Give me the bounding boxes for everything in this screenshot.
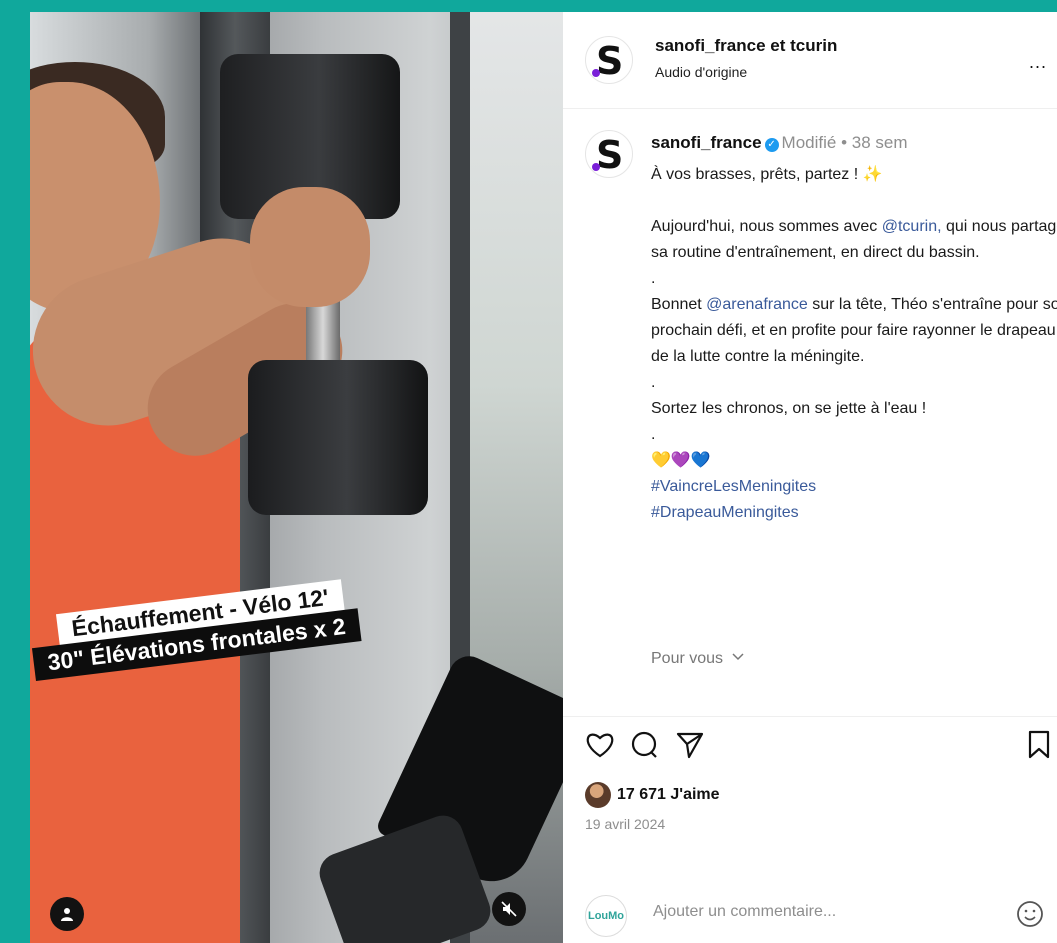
verified-icon: ✓ (764, 138, 779, 152)
author-avatar[interactable]: S (585, 130, 633, 178)
mute-button[interactable] (492, 892, 526, 926)
post-panel: S sanofi_france et tcurin Audio d'origin… (563, 12, 1057, 943)
post-date: 19 avril 2024 (585, 816, 666, 832)
comment-input[interactable]: Ajouter un commentaire... (653, 903, 836, 921)
reel-video[interactable]: Échauffement - Vélo 12' 30" Élévations f… (30, 12, 563, 943)
hashtag-drapeau[interactable]: #DrapeauMeningites (651, 504, 799, 521)
athlete-hand (250, 187, 370, 307)
tagged-users-button[interactable] (50, 897, 84, 931)
bookmark-icon[interactable] (1027, 730, 1051, 760)
send-icon[interactable] (675, 730, 705, 760)
heart-icon[interactable] (585, 730, 615, 758)
author-username[interactable]: sanofi_france (651, 133, 762, 152)
post-header: S sanofi_france et tcurin Audio d'origin… (563, 12, 1057, 109)
header-title[interactable]: sanofi_france et tcurin (655, 36, 837, 56)
edited-label: Modifié (781, 133, 837, 152)
hearts-row: 💛💜💙 (651, 452, 711, 469)
sanofi-avatar[interactable]: S (585, 36, 633, 84)
post-caption: À vos brasses, prêts, partez ! ✨ Aujourd… (651, 162, 1057, 526)
chevron-down-icon (731, 653, 744, 661)
mention-tcurin[interactable]: @tcurin, (882, 218, 942, 235)
likes-count[interactable]: 17 671 J'aime (585, 782, 720, 808)
for-you-dropdown[interactable]: Pour vous (651, 650, 744, 668)
comment-icon[interactable] (629, 730, 659, 760)
comment-bar: LouMo Ajouter un commentaire... (563, 885, 1057, 943)
current-user-avatar: LouMo (585, 895, 627, 937)
more-options-button[interactable]: ... (1029, 52, 1047, 73)
original-audio-link[interactable]: Audio d'origine (655, 64, 747, 80)
user-icon (61, 908, 73, 921)
mute-icon (501, 901, 517, 917)
hashtag-vaincre[interactable]: #VaincreLesMeningites (651, 478, 816, 495)
liker-avatar (585, 782, 611, 808)
video-caption: Échauffement - Vélo 12' 30" Élévations f… (30, 579, 563, 692)
post-modal: Échauffement - Vélo 12' 30" Élévations f… (30, 12, 1057, 943)
post-meta: sanofi_france ✓ Modifié • 38 sem (651, 133, 908, 152)
emoji-icon[interactable] (1015, 899, 1045, 929)
dumbbell-bottom (248, 360, 428, 515)
mention-arenafrance[interactable]: @arenafrance (706, 296, 808, 313)
post-age[interactable]: 38 sem (852, 133, 908, 152)
